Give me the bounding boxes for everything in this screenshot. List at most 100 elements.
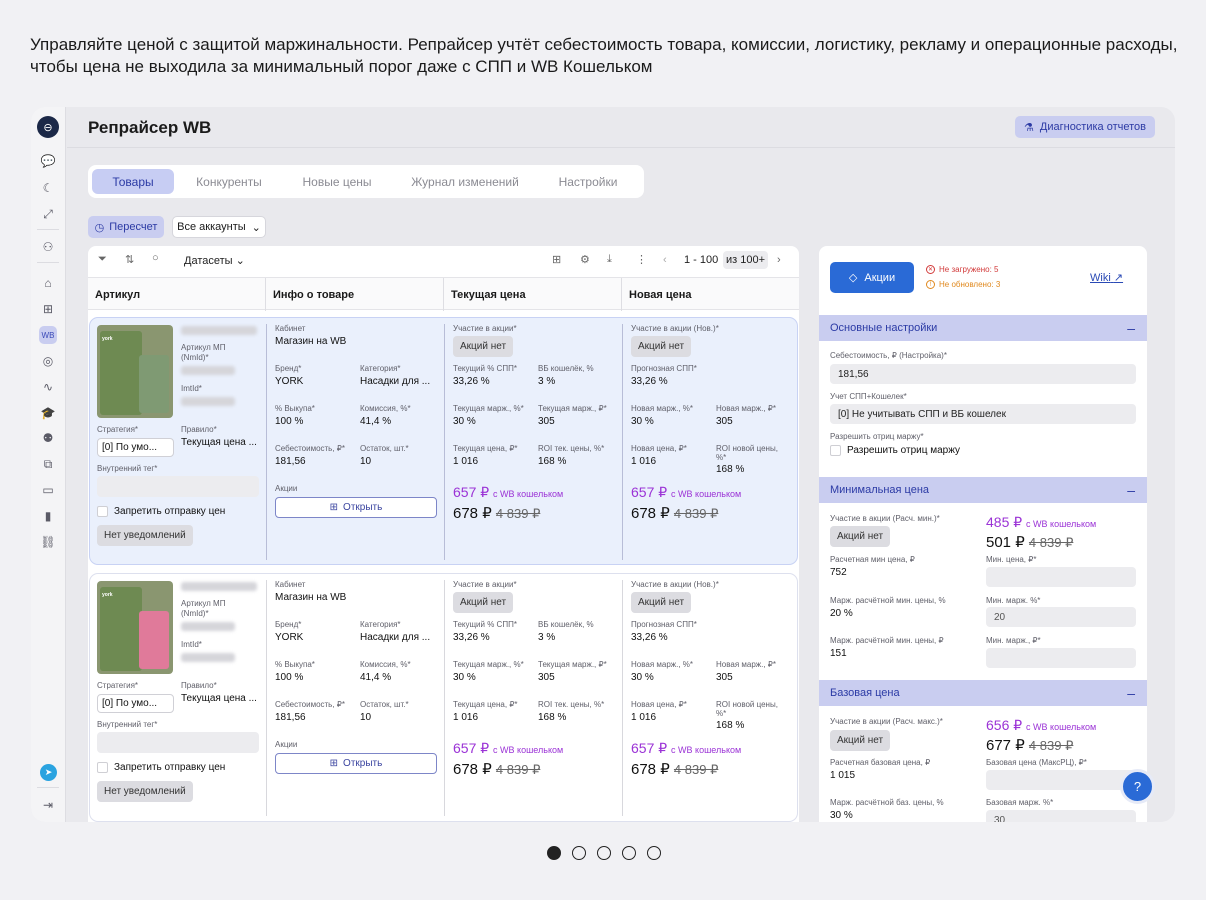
- min-marg-input[interactable]: 20: [986, 607, 1136, 627]
- section-base-price[interactable]: Базовая цена –: [819, 680, 1147, 706]
- collapse-icon: –: [1127, 685, 1135, 701]
- spp-setting-select[interactable]: [0] Не учитывать СПП и ВБ кошелек: [830, 404, 1136, 424]
- page-dot[interactable]: [547, 846, 561, 860]
- min-marg-rub-value: 151: [830, 648, 847, 659]
- layers-icon[interactable]: ◎: [39, 352, 57, 370]
- download-icon[interactable]: ⤓: [607, 253, 612, 266]
- grid-icon[interactable]: ⊞: [39, 300, 57, 318]
- promos-label: Акции: [864, 271, 896, 284]
- promo-part-label: Участие в акции*: [453, 580, 517, 589]
- next-page-icon[interactable]: ›: [777, 254, 781, 266]
- telegram-icon[interactable]: ➤: [40, 764, 57, 781]
- table-row[interactable]: york Артикул МП (NmId)* ImtId* Стратегия…: [89, 573, 798, 822]
- stock-value: 10: [360, 712, 372, 723]
- col-current-price[interactable]: Текущая цена: [443, 278, 620, 311]
- cur-margin-pct-label: Текущая марж., %*: [453, 404, 524, 413]
- inner-tag-input[interactable]: [97, 732, 259, 753]
- spp-value: 33,26 %: [453, 376, 490, 387]
- strategy-select[interactable]: [0] По умо...: [97, 438, 174, 457]
- forecast-spp-value: 33,26 %: [631, 376, 668, 387]
- accounts-select[interactable]: Все аккаунты ⌄: [172, 216, 266, 238]
- diagnostics-button[interactable]: ⚗ Диагностика отчетов: [1015, 116, 1155, 138]
- strategy-select[interactable]: [0] По умо...: [97, 694, 174, 713]
- logout-icon[interactable]: ⇥: [39, 796, 57, 814]
- open-promos-button[interactable]: ⊞ Открыть: [275, 753, 437, 774]
- base-promo-label: Участие в акции (Расч. макс.)*: [830, 717, 943, 726]
- base-wallet-price: 656 ₽ с WB кошельком: [986, 717, 1097, 733]
- section-basic[interactable]: Основные настройки –: [819, 315, 1147, 341]
- min-final-price: 501 ₽ 4 839 ₽: [986, 534, 1074, 551]
- base-max-input[interactable]: [986, 770, 1136, 790]
- rule-value[interactable]: Текущая цена ...: [181, 693, 257, 704]
- wb-icon[interactable]: WB: [39, 326, 57, 344]
- forecast-spp-value: 33,26 %: [631, 632, 668, 643]
- new-price-value: 1 016: [631, 712, 657, 723]
- page-total[interactable]: из 100+: [723, 251, 769, 269]
- user-icon[interactable]: ⚉: [39, 429, 57, 447]
- inner-tag-input[interactable]: [97, 476, 259, 497]
- home-icon[interactable]: ⌂: [39, 274, 57, 292]
- spp-value: 33,26 %: [453, 632, 490, 643]
- cost-setting-input[interactable]: 181,56: [830, 364, 1136, 384]
- chart-line-icon[interactable]: ∿: [39, 378, 57, 396]
- wallet-price: 657 ₽ с WB кошельком: [453, 484, 564, 500]
- page-dot[interactable]: [622, 846, 636, 860]
- not-loaded-status: ✕ Не загружено: 5: [926, 265, 999, 274]
- min-marg-rub-input[interactable]: [986, 648, 1136, 668]
- section-min-title: Минимальная цена: [830, 484, 930, 496]
- imtid-label: ImtId*: [181, 640, 202, 649]
- help-button[interactable]: ?: [1120, 769, 1155, 804]
- col-article[interactable]: Артикул: [88, 278, 264, 311]
- tab-competitors[interactable]: Конкуренты: [174, 169, 284, 194]
- notifications-button[interactable]: Нет уведомлений: [97, 525, 193, 546]
- forbid-checkbox[interactable]: [97, 506, 108, 517]
- tab-change-log[interactable]: Журнал изменений: [390, 169, 540, 194]
- table-row[interactable]: york Артикул МП (NmId)* ImtId* Стратегия…: [89, 317, 798, 565]
- col-info[interactable]: Инфо о товаре: [265, 278, 442, 311]
- section-min-price[interactable]: Минимальная цена –: [819, 477, 1147, 503]
- gear-icon[interactable]: ⚙: [580, 253, 590, 266]
- prev-page-icon[interactable]: ‹: [663, 254, 667, 266]
- recalc-button[interactable]: ◷ Пересчет: [88, 216, 164, 238]
- more-icon[interactable]: ⋮: [636, 253, 647, 266]
- promos-button[interactable]: ◇ Акции: [830, 262, 914, 293]
- clipboard-icon[interactable]: ▭: [39, 481, 57, 499]
- forbid-checkbox[interactable]: [97, 762, 108, 773]
- new-margin-rub-label: Новая марж., ₽*: [716, 660, 777, 669]
- min-marg-pct-value: 20 %: [830, 608, 853, 619]
- logo-icon[interactable]: ⊖: [37, 116, 59, 138]
- brand-value: YORK: [275, 632, 304, 643]
- bar-chart-icon[interactable]: ▮: [39, 507, 57, 525]
- col-new-price[interactable]: Новая цена: [621, 278, 799, 311]
- rule-value[interactable]: Текущая цена ...: [181, 437, 257, 448]
- main-area: Репрайсер WB ⚗ Диагностика отчетов Товар…: [67, 107, 1175, 822]
- copy-icon[interactable]: ⧉: [39, 455, 57, 473]
- new-margin-pct-label: Новая марж., %*: [631, 404, 694, 413]
- notifications-button[interactable]: Нет уведомлений: [97, 781, 193, 802]
- moon-icon[interactable]: ☾: [39, 179, 57, 197]
- page-dot[interactable]: [597, 846, 611, 860]
- columns-icon[interactable]: ⊞: [552, 253, 561, 266]
- section-basic-title: Основные настройки: [830, 322, 938, 334]
- min-price-input[interactable]: [986, 567, 1136, 587]
- sort-icon[interactable]: ⇅: [125, 253, 134, 266]
- page-dot[interactable]: [647, 846, 661, 860]
- chat-icon[interactable]: 💬: [39, 152, 57, 170]
- graduation-icon[interactable]: 🎓: [39, 404, 57, 422]
- cost-label: Себестоимость, ₽*: [275, 444, 345, 453]
- tab-products[interactable]: Товары: [92, 169, 174, 194]
- open-promos-button[interactable]: ⊞ Открыть: [275, 497, 437, 518]
- page-dot[interactable]: [572, 846, 586, 860]
- link-icon[interactable]: ⛓: [39, 533, 57, 551]
- tab-settings[interactable]: Настройки: [540, 169, 636, 194]
- tab-new-prices[interactable]: Новые цены: [284, 169, 390, 194]
- search-icon[interactable]: ○: [152, 252, 159, 264]
- expand-icon[interactable]: ⤢: [39, 205, 57, 223]
- neg-margin-checkbox[interactable]: [830, 445, 841, 456]
- base-marg-input[interactable]: 30: [986, 810, 1136, 822]
- users-settings-icon[interactable]: ⚇: [39, 238, 57, 256]
- promo-caption: Управляйте ценой с защитой маржинальност…: [30, 35, 1178, 76]
- filter-icon[interactable]: ⏷: [98, 253, 107, 266]
- wiki-link[interactable]: Wiki ↗: [1090, 271, 1123, 284]
- datasets-dropdown[interactable]: Датасеты ⌄: [184, 254, 245, 268]
